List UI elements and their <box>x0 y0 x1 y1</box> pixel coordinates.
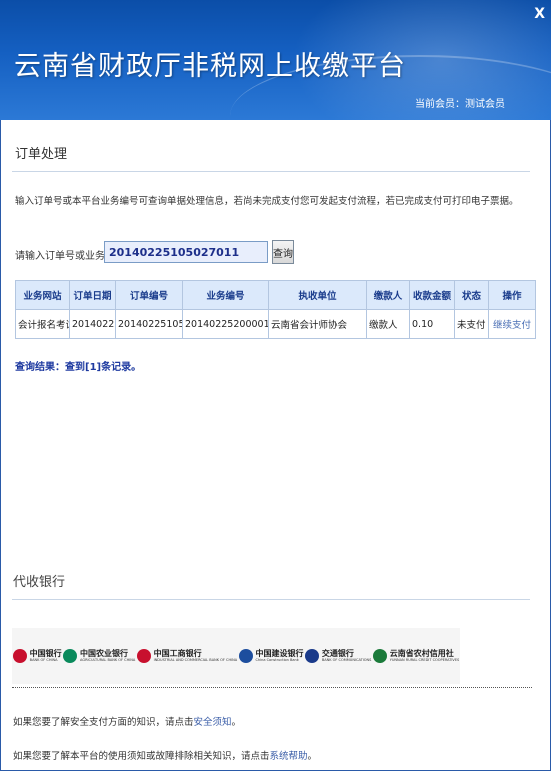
bank-item-yunnan-rcc: 云南省农村信用社 YUNNAN RURAL CREDIT COOPERATIVE… <box>372 648 460 663</box>
cell-payer: 缴款人 <box>366 309 410 339</box>
bank-name-en: China Construction Bank <box>255 657 299 662</box>
cell-order-no: 20140225105027011 <box>115 309 183 339</box>
col-header-date: 订单日期 <box>69 280 116 310</box>
current-member: 当前会员：测试会员 <box>415 99 505 110</box>
bank-name: 中国银行 <box>29 648 62 658</box>
bank-name-en: AGRICULTURAL BANK OF CHINA <box>80 657 136 662</box>
cell-site: 会计报名考试 <box>15 309 70 339</box>
bank-name-en: BANK OF CHINA <box>29 657 58 662</box>
cell-date: 20140225 <box>69 309 116 339</box>
header-banner: 云南省财政厅非税网上收缴平台 X 当前会员：测试会员 <box>0 0 551 120</box>
cell-amount: 0.10 <box>409 309 455 339</box>
bank-name: 中国工商银行 <box>153 648 202 658</box>
help-security-end: 。 <box>231 717 242 728</box>
security-notice-link[interactable]: 安全须知 <box>194 717 232 728</box>
cell-unit: 云南省会计师协会 <box>268 309 367 339</box>
page-title: 订单处理 <box>15 147 68 162</box>
col-header-status: 状态 <box>454 280 489 310</box>
bank-item-bocom: 交通银行 BANK OF COMMUNICATIONS <box>304 648 372 663</box>
bank-item-abc: 中国农业银行 AGRICULTURAL BANK OF CHINA <box>63 649 135 663</box>
yunnan-rcc-icon <box>372 649 387 663</box>
col-header-biz-no: 业务编号 <box>182 280 269 310</box>
search-button[interactable]: 查询 <box>272 240 294 264</box>
cell-status: 未支付 <box>454 309 489 339</box>
site-title: 云南省财政厅非税网上收缴平台 <box>14 51 406 82</box>
help-security-text: 如果您要了解安全支付方面的知识，请点击 <box>13 717 194 728</box>
help-usage-text: 如果您要了解本平台的使用须知或故障排除相关知识，请点击 <box>13 751 270 762</box>
bank-item-icbc: 中国工商银行 INDUSTRIAL AND COMMERCIAL BANK OF… <box>136 648 238 663</box>
col-header-payer: 缴款人 <box>366 280 410 310</box>
help-divider <box>12 687 532 688</box>
icbc-icon <box>136 649 151 663</box>
col-header-amount: 收款金额 <box>409 280 455 310</box>
bank-item-ccb: 中国建设银行 China Construction Bank <box>238 648 304 663</box>
bocom-icon <box>304 649 319 663</box>
bank-name: 云南省农村信用社 <box>389 648 454 658</box>
bank-of-china-icon <box>12 649 27 663</box>
query-result: 查询结果：查到[1]条记录。 <box>15 362 142 373</box>
bank-name: 交通银行 <box>321 648 354 658</box>
orders-table: 业务网站 订单日期 订单编号 业务编号 执收单位 缴款人 收款金额 状态 操作 … <box>15 280 536 339</box>
bank-name-en: YUNNAN RURAL CREDIT COOPERATIVES <box>389 657 460 662</box>
bank-item-boc: 中国银行 BANK OF CHINA <box>12 648 62 663</box>
cell-biz-no: 20140225200001000001 <box>182 309 269 339</box>
page-description: 输入订单号或本平台业务编号可查询单据处理信息，若尚未完成支付您可发起支付流程，若… <box>15 196 519 207</box>
continue-pay-link[interactable]: 继续支付 <box>493 320 531 331</box>
title-divider <box>12 171 530 172</box>
system-help-link[interactable]: 系统帮助 <box>270 751 308 762</box>
col-header-action: 操作 <box>488 280 536 310</box>
bank-name: 中国建设银行 <box>255 648 304 658</box>
col-header-unit: 执收单位 <box>268 280 367 310</box>
banks-divider <box>12 599 530 600</box>
bank-name: 中国农业银行 <box>80 648 129 658</box>
abc-icon <box>63 649 78 663</box>
close-button[interactable]: X <box>534 6 545 22</box>
ccb-icon <box>238 649 253 663</box>
help-usage: 如果您要了解本平台的使用须知或故障排除相关知识，请点击系统帮助。 <box>13 748 317 762</box>
banks-title: 代收银行 <box>13 575 66 590</box>
table-row: 会计报名考试 20140225 20140225105027011 201402… <box>15 309 536 339</box>
col-header-order-no: 订单编号 <box>115 280 183 310</box>
help-security: 如果您要了解安全支付方面的知识，请点击安全须知。 <box>13 714 241 728</box>
bank-name-en: INDUSTRIAL AND COMMERCIAL BANK OF CHINA <box>153 657 238 662</box>
help-usage-end: 。 <box>307 751 318 762</box>
bank-logos: 中国银行 BANK OF CHINA 中国农业银行 AGRICULTURAL B… <box>12 628 460 684</box>
col-header-site: 业务网站 <box>15 280 70 310</box>
bank-name-en: BANK OF COMMUNICATIONS <box>321 657 372 662</box>
order-search-input[interactable] <box>104 241 268 263</box>
table-header-row: 业务网站 订单日期 订单编号 业务编号 执收单位 缴款人 收款金额 状态 操作 <box>15 280 536 310</box>
cell-action: 继续支付 <box>488 309 536 339</box>
